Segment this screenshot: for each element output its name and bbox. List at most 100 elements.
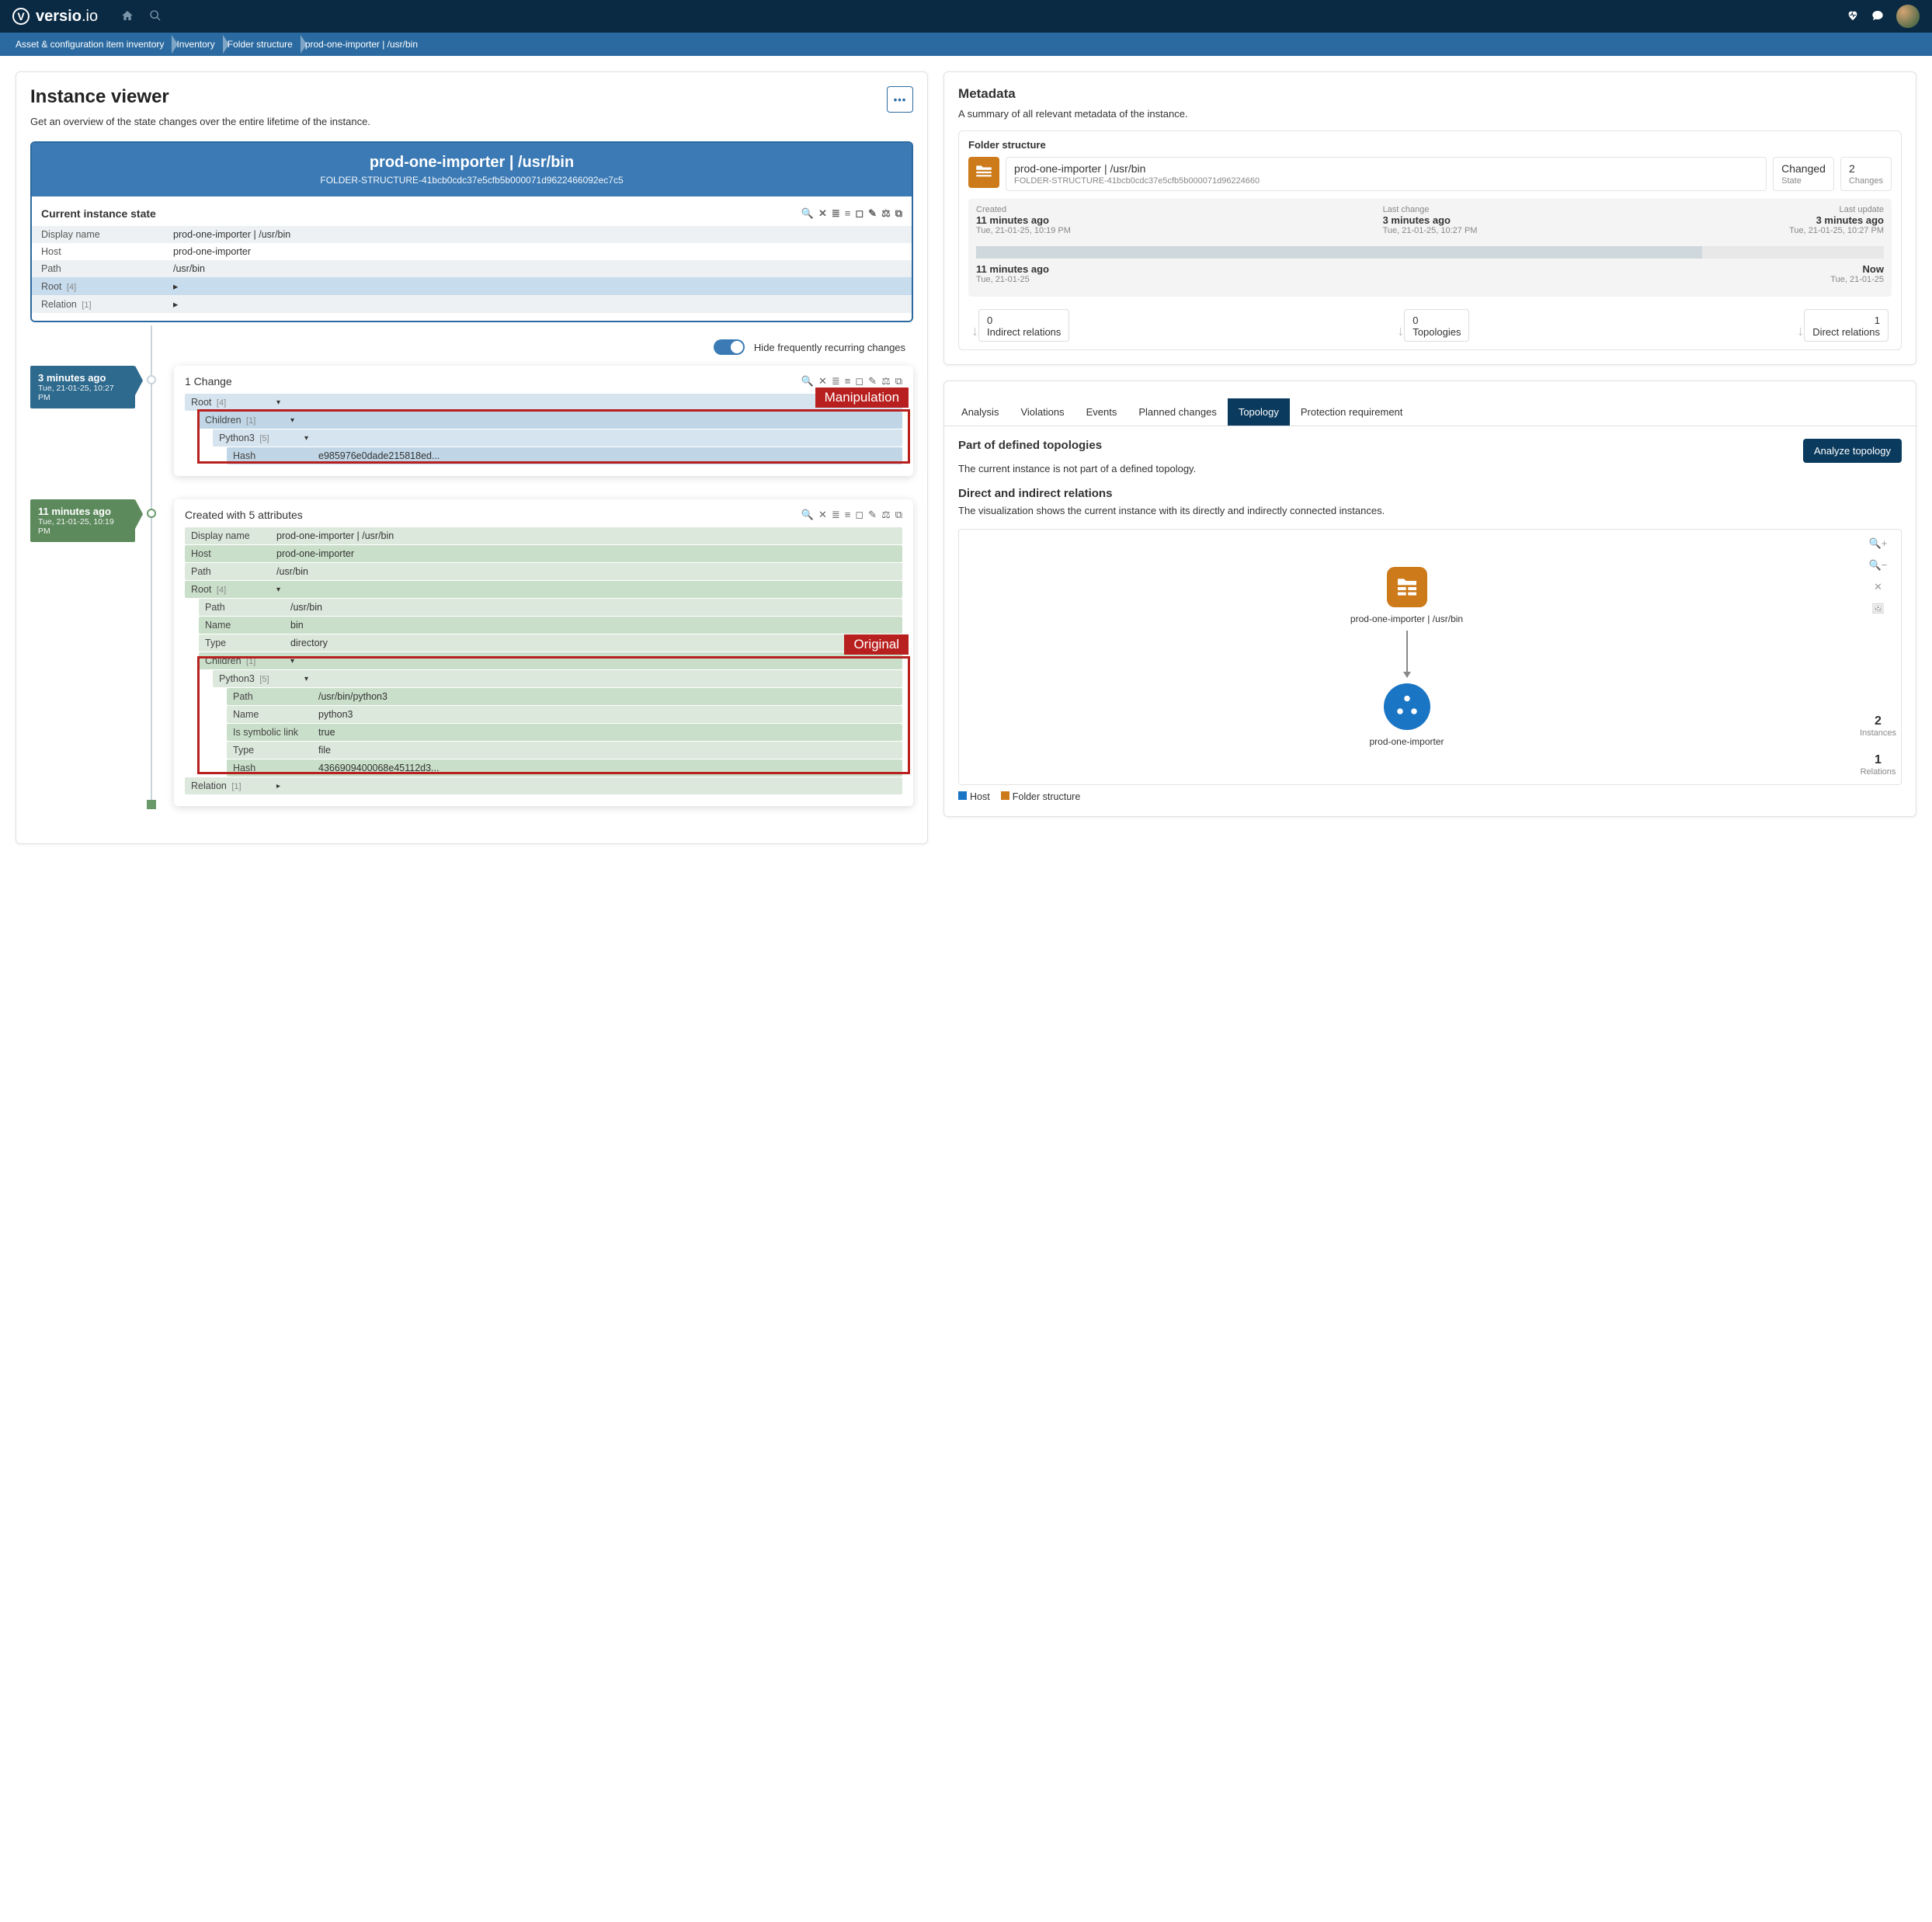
- brand-light: .io: [82, 8, 98, 25]
- heartbeat-icon[interactable]: [1847, 9, 1859, 24]
- crumb-2[interactable]: Folder structure: [224, 39, 302, 50]
- scales-icon[interactable]: ⚖: [881, 509, 891, 521]
- search-icon[interactable]: 🔍: [801, 509, 814, 521]
- hide-toggle[interactable]: [714, 339, 745, 355]
- expand-relation[interactable]: ▸: [173, 298, 902, 310]
- more-button[interactable]: •••: [887, 86, 913, 113]
- brand-logo[interactable]: V versio.io: [12, 8, 98, 26]
- user-avatar[interactable]: [1896, 5, 1920, 28]
- bookmark-icon[interactable]: ◻: [855, 207, 863, 220]
- meta-name: prod-one-importer | /usr/bin: [1014, 162, 1758, 175]
- legend-fs: Folder structure: [1013, 791, 1081, 802]
- relations-n: 1: [1861, 753, 1896, 767]
- copy-icon[interactable]: ⧉: [895, 509, 902, 521]
- meta-lastchange-l: Last change: [1383, 205, 1478, 214]
- expand-icon[interactable]: ✕: [1874, 581, 1882, 593]
- meta-lastupdate-l: Last update: [1789, 205, 1884, 214]
- brand-bold: versio: [36, 8, 82, 25]
- change-card-1: Manipulation 1 Change 🔍 ✕ ≣ ≡ ◻ ✎: [174, 366, 913, 476]
- search-icon[interactable]: [149, 9, 162, 24]
- crumb-3[interactable]: prod-one-importer | /usr/bin: [302, 39, 427, 50]
- e1-root[interactable]: Root [4]: [191, 397, 276, 408]
- edit-icon[interactable]: ✎: [868, 375, 877, 388]
- graph-legend: Host Folder structure: [958, 791, 1902, 802]
- search-icon[interactable]: 🔍: [801, 375, 814, 388]
- edit-icon[interactable]: ✎: [868, 207, 877, 220]
- bookmark-icon[interactable]: ◻: [855, 375, 863, 388]
- meta-created-v: 11 minutes ago: [976, 214, 1071, 226]
- image-icon[interactable]: 🖼: [1871, 603, 1885, 615]
- current-state-title: Current instance state: [41, 207, 156, 220]
- copy-icon[interactable]: ⧉: [895, 207, 902, 220]
- crumb-1[interactable]: Inventory: [173, 39, 224, 50]
- e2-k1: Host: [191, 548, 276, 559]
- arrow-down-icon: ↓: [971, 323, 978, 339]
- crumb-0[interactable]: Asset & configuration item inventory: [12, 39, 173, 50]
- meta-name-box: prod-one-importer | /usr/bin FOLDER-STRU…: [1006, 157, 1767, 191]
- e2-py-v4: 4366909400068e45112d3...: [318, 763, 896, 773]
- tab-topology[interactable]: Topology: [1228, 398, 1290, 426]
- tab-protection[interactable]: Protection requirement: [1290, 398, 1414, 426]
- bookmark-icon[interactable]: ◻: [855, 509, 863, 521]
- zoom-out-icon[interactable]: 🔍−: [1869, 559, 1888, 572]
- topo-title2: Direct and indirect relations: [958, 487, 1902, 500]
- meta-state-l: State: [1781, 176, 1826, 186]
- list-icon[interactable]: ≣: [832, 207, 840, 220]
- e2-py-k0: Path: [233, 691, 318, 702]
- scales-icon[interactable]: ⚖: [881, 207, 891, 220]
- expand-root[interactable]: ▸: [173, 280, 902, 292]
- e1-children[interactable]: Children [1]: [205, 415, 290, 426]
- e2-root[interactable]: Root [4]: [191, 584, 276, 595]
- timeline-tag-2[interactable]: 11 minutes ago Tue, 21-01-25, 10:19 PM: [30, 499, 135, 542]
- edge-icon: [1406, 631, 1408, 677]
- list-icon[interactable]: ≣: [832, 509, 840, 521]
- e2-relation[interactable]: Relation [1]: [191, 780, 276, 791]
- topo-n: 0: [1413, 315, 1461, 326]
- e2-py-v0: /usr/bin/python3: [318, 691, 896, 702]
- collapse-icon[interactable]: ≡: [845, 375, 851, 388]
- tag1-ago: 3 minutes ago: [38, 372, 127, 384]
- edit-icon[interactable]: ✎: [868, 509, 877, 521]
- meta-section: Folder structure: [968, 139, 1892, 151]
- e2-rr-v0: /usr/bin: [290, 602, 896, 613]
- topo-desc1: The current instance is not part of a de…: [958, 463, 1902, 474]
- breadcrumb: Asset & configuration item inventory Inv…: [0, 33, 1932, 56]
- tabs: Analysis Violations Events Planned chang…: [944, 398, 1916, 426]
- collapse-icon[interactable]: ≡: [845, 509, 851, 521]
- e1-python3[interactable]: Python3 [5]: [219, 433, 304, 443]
- k-root[interactable]: Root [4]: [41, 281, 173, 292]
- tag1-dt: Tue, 21-01-25, 10:27 PM: [38, 384, 127, 402]
- e2-k2: Path: [191, 566, 276, 577]
- instance-id: FOLDER-STRUCTURE-41bcb0cdc37e5cfb5b00007…: [40, 175, 904, 186]
- scales-icon[interactable]: ⚖: [881, 375, 891, 388]
- e2-children[interactable]: Children [1]: [205, 655, 290, 666]
- folder-node-icon[interactable]: [1387, 567, 1427, 607]
- k-relation[interactable]: Relation [1]: [41, 299, 173, 310]
- analyze-topology-button[interactable]: Analyze topology: [1803, 439, 1902, 463]
- shuffle-icon[interactable]: ✕: [818, 509, 827, 521]
- e2-python3[interactable]: Python3 [5]: [219, 673, 304, 684]
- tab-violations[interactable]: Violations: [1009, 398, 1075, 426]
- tab-analysis[interactable]: Analysis: [950, 398, 1009, 426]
- chat-icon[interactable]: [1871, 9, 1884, 24]
- e2-v0: prod-one-importer | /usr/bin: [276, 530, 896, 541]
- collapse-icon[interactable]: ≡: [845, 207, 851, 220]
- topology-graph[interactable]: prod-one-importer | /usr/bin prod-one-im…: [958, 529, 1902, 785]
- shuffle-icon[interactable]: ✕: [818, 375, 827, 388]
- shuffle-icon[interactable]: ✕: [818, 207, 827, 220]
- timeline-tag-1[interactable]: 3 minutes ago Tue, 21-01-25, 10:27 PM: [30, 366, 135, 408]
- e2-rr-k0: Path: [205, 602, 290, 613]
- folder-structure-icon: [968, 157, 999, 188]
- copy-icon[interactable]: ⧉: [895, 375, 902, 388]
- tab-planned[interactable]: Planned changes: [1128, 398, 1227, 426]
- tag2-dt: Tue, 21-01-25, 10:19 PM: [38, 517, 127, 536]
- host-node-icon[interactable]: [1384, 683, 1430, 730]
- toolbar-icons: 🔍 ✕ ≣ ≡ ◻ ✎ ⚖ ⧉: [801, 207, 902, 220]
- list-icon[interactable]: ≣: [832, 375, 840, 388]
- search-icon[interactable]: 🔍: [801, 207, 814, 220]
- home-icon[interactable]: [121, 9, 134, 24]
- tab-events[interactable]: Events: [1075, 398, 1128, 426]
- meta-created-l: Created: [976, 205, 1071, 214]
- e2-rr-k1: Name: [205, 620, 290, 631]
- zoom-in-icon[interactable]: 🔍+: [1869, 537, 1888, 550]
